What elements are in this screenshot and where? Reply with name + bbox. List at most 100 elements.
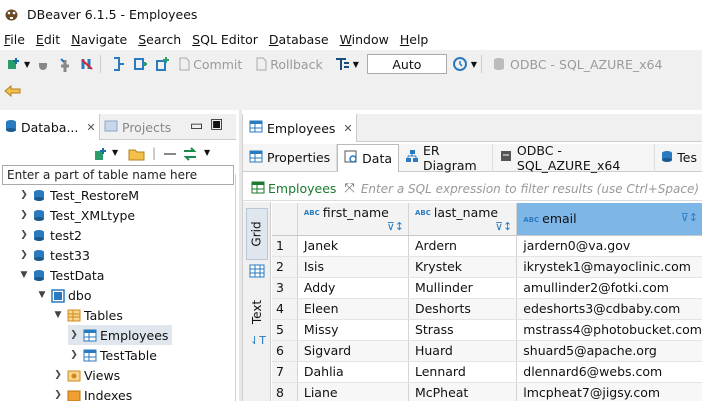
smart-commit-icon[interactable] xyxy=(153,55,171,73)
rollback-icon[interactable] xyxy=(252,55,270,73)
chevron-down-icon[interactable]: ▼ xyxy=(112,148,118,157)
cell-last-name[interactable]: Mullinder xyxy=(408,277,518,299)
table-row[interactable]: 1 Janek Ardern jardern0@va.gov xyxy=(272,235,702,257)
column-header-email[interactable]: ABC email ⊽↕ xyxy=(516,203,702,236)
cell-first-name[interactable]: Eleen xyxy=(297,298,409,320)
close-icon[interactable]: ✕ xyxy=(86,121,95,134)
collapse-arrow-icon[interactable]: ▼ xyxy=(52,310,64,320)
sort-filter-icon[interactable]: ⊽↕ xyxy=(681,211,698,224)
tree-item-views[interactable]: ❯ Views xyxy=(52,365,120,385)
subtab-properties[interactable]: Properties xyxy=(243,143,338,172)
tree-item-dbo[interactable]: ▼ dbo xyxy=(36,285,92,305)
table-row[interactable]: 5 Missy Strass mstrass4@photobucket.com xyxy=(272,319,702,341)
table-name-filter-input[interactable]: Enter a part of table name here xyxy=(2,165,234,185)
collapse-all-icon[interactable] xyxy=(162,146,178,165)
rollback-button[interactable]: Rollback xyxy=(270,57,322,72)
chevron-down-icon[interactable]: ▼ xyxy=(471,60,477,69)
chevron-down-icon[interactable]: ▼ xyxy=(24,60,30,69)
cell-email[interactable]: jardern0@va.gov xyxy=(516,235,702,257)
expand-arrow-icon[interactable]: ❯ xyxy=(52,370,64,380)
cell-first-name[interactable]: Sigvard xyxy=(297,340,409,362)
menu-database[interactable]: Database xyxy=(269,32,329,47)
tree-item-testdata[interactable]: ▼ TestData xyxy=(18,265,105,285)
row-number[interactable]: 3 xyxy=(272,277,298,299)
row-number[interactable]: 2 xyxy=(272,256,298,278)
cell-last-name[interactable]: Huard xyxy=(408,340,518,362)
table-row[interactable]: 4 Eleen Deshorts edeshorts3@cdbaby.com xyxy=(272,298,702,320)
table-row[interactable]: 2 Isis Krystek ikrystek1@mayoclinic.com xyxy=(272,256,702,278)
vtab-grid[interactable]: Grid xyxy=(246,208,268,260)
row-number[interactable]: 1 xyxy=(272,235,298,257)
cell-last-name[interactable]: McPheat xyxy=(408,382,518,401)
row-number[interactable]: 4 xyxy=(272,298,298,320)
commit-icon[interactable] xyxy=(175,55,193,73)
expand-filter-icon[interactable]: ⤧ xyxy=(344,181,354,196)
subtab-test[interactable]: Tes xyxy=(655,144,702,172)
cell-first-name[interactable]: Liane xyxy=(297,382,409,401)
cell-email[interactable]: shuard5@apache.org xyxy=(516,340,702,362)
new-connection-icon[interactable] xyxy=(4,55,22,73)
back-arrow-icon[interactable] xyxy=(4,84,22,101)
tree-item-test-restorem[interactable]: ❯ Test_RestoreM xyxy=(18,185,139,205)
column-header-last-name[interactable]: ABC last_name ⊽↕ xyxy=(408,203,518,236)
table-row[interactable]: 7 Dahlia Lennard dlennard6@webs.com xyxy=(272,361,702,383)
table-row[interactable]: 8 Liane McPheat lmcpheat7@jigsy.com xyxy=(272,382,702,401)
table-row[interactable]: 3 Addy Mullinder amullinder2@fotki.com xyxy=(272,277,702,299)
column-header-first-name[interactable]: ABC first_name ⊽↕ xyxy=(297,203,409,236)
tab-database-navigator[interactable]: Databa... ✕ xyxy=(0,114,100,140)
disconnect-icon[interactable] xyxy=(78,55,96,73)
tree-item-test33[interactable]: ❯ test33 xyxy=(18,245,90,265)
cell-email[interactable]: mstrass4@photobucket.com xyxy=(516,319,702,341)
row-number[interactable]: 5 xyxy=(272,319,298,341)
cell-last-name[interactable]: Lennard xyxy=(408,361,518,383)
expand-arrow-icon[interactable]: ❯ xyxy=(18,230,30,240)
cell-email[interactable]: amullinder2@fotki.com xyxy=(516,277,702,299)
expand-arrow-icon[interactable]: ❯ xyxy=(52,390,64,400)
cell-first-name[interactable]: Janek xyxy=(297,235,409,257)
cell-first-name[interactable]: Missy xyxy=(297,319,409,341)
cell-first-name[interactable]: Addy xyxy=(297,277,409,299)
expand-arrow-icon[interactable]: ❯ xyxy=(68,350,80,360)
row-number[interactable]: 6 xyxy=(272,340,298,362)
row-number[interactable]: 7 xyxy=(272,361,298,383)
history-icon[interactable] xyxy=(451,55,469,73)
minimize-icon[interactable]: ▭ xyxy=(190,118,203,134)
tree-item-tables[interactable]: ▼ Tables xyxy=(52,305,123,325)
connect-icon[interactable] xyxy=(34,55,52,73)
close-icon[interactable]: ✕ xyxy=(343,122,352,135)
expand-arrow-icon[interactable]: ❯ xyxy=(18,190,30,200)
expand-arrow-icon[interactable]: ❯ xyxy=(18,210,30,220)
auto-commit-icon[interactable] xyxy=(131,55,149,73)
subtab-er-diagram[interactable]: ER Diagram xyxy=(399,143,493,173)
collapse-arrow-icon[interactable]: ▼ xyxy=(36,290,48,300)
grid-view-icon[interactable] xyxy=(249,264,265,281)
cell-last-name[interactable]: Strass xyxy=(408,319,518,341)
transaction-mode-select[interactable]: Auto xyxy=(366,54,447,74)
sql-filter-input[interactable]: Enter a SQL expression to filter results… xyxy=(361,182,699,196)
menu-edit[interactable]: Edit xyxy=(36,32,60,47)
cell-email[interactable]: dlennard6@webs.com xyxy=(516,361,702,383)
transaction-log-icon[interactable] xyxy=(333,55,351,73)
tree-item-test2[interactable]: ❯ test2 xyxy=(18,225,82,245)
tree-item-testtable[interactable]: ❯ TestTable xyxy=(68,345,157,365)
commit-button[interactable]: Commit xyxy=(193,57,242,72)
new-folder-icon[interactable] xyxy=(128,146,146,165)
cell-last-name[interactable]: Krystek xyxy=(408,256,518,278)
sort-filter-icon[interactable]: ⊽↕ xyxy=(387,220,404,233)
table-row[interactable]: 6 Sigvard Huard shuard5@apache.org xyxy=(272,340,702,362)
transaction-mode-icon[interactable] xyxy=(109,55,127,73)
sort-filter-icon[interactable]: ⊽↕ xyxy=(495,220,512,233)
menu-sql-editor[interactable]: SQL Editor xyxy=(192,32,258,47)
new-connection-icon[interactable] xyxy=(92,146,108,165)
cell-first-name[interactable]: Dahlia xyxy=(297,361,409,383)
tab-employees[interactable]: Employees ✕ xyxy=(243,114,357,142)
menu-search[interactable]: Search xyxy=(138,32,181,47)
chevron-down-icon[interactable]: ▼ xyxy=(204,148,210,157)
cell-email[interactable]: edeshorts3@cdbaby.com xyxy=(516,298,702,320)
collapse-arrow-icon[interactable]: ▼ xyxy=(18,270,30,280)
expand-arrow-icon[interactable]: ❯ xyxy=(68,330,80,340)
active-connection-label[interactable]: ODBC - SQL_AZURE_x64 xyxy=(510,57,662,72)
cell-last-name[interactable]: Ardern xyxy=(408,235,518,257)
expand-arrow-icon[interactable]: ❯ xyxy=(18,250,30,260)
menu-file[interactable]: File xyxy=(4,32,25,47)
